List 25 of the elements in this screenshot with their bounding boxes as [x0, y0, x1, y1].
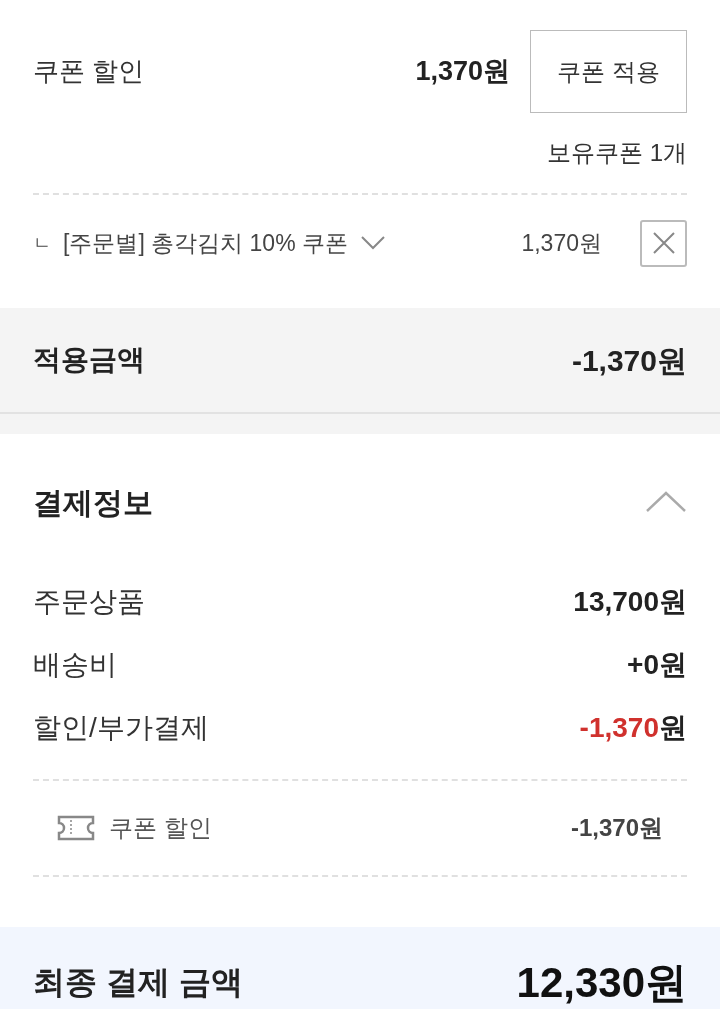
detail-amount: -1,370원	[570, 813, 663, 843]
chevron-down-icon[interactable]	[360, 235, 386, 251]
payment-row-label: 주문상품	[33, 584, 145, 619]
final-total-amount: 12,330원	[516, 957, 687, 1008]
remove-coupon-button[interactable]	[640, 219, 687, 267]
owned-coupons: 보유쿠폰 1개	[547, 138, 687, 168]
payment-row-label: 할인/부가결제	[33, 710, 209, 745]
payment-row-value: -1,370원	[579, 710, 687, 745]
final-total-label: 최종 결제 금액	[33, 963, 243, 1002]
sub-item-marker: ㄴ	[33, 231, 51, 255]
payment-row-label: 배송비	[33, 647, 117, 682]
applied-total-label: 적용금액	[33, 343, 145, 377]
applied-total-amount: -1,370원	[571, 342, 687, 379]
chevron-up-icon[interactable]	[645, 491, 687, 513]
payment-row-value: +0원	[627, 647, 687, 682]
apply-coupon-button[interactable]: 쿠폰 적용	[530, 30, 687, 113]
coupon-amount: 1,370원	[521, 228, 602, 258]
detail-label: 쿠폰 할인	[109, 813, 212, 843]
payment-info-title: 결제정보	[33, 484, 153, 521]
coupon-discount-amount: 1,370원	[415, 55, 510, 89]
ticket-icon	[57, 815, 95, 841]
close-icon	[651, 231, 676, 255]
coupon-name: [주문별] 총각김치 10% 쿠폰	[63, 228, 348, 258]
coupon-discount-label: 쿠폰 할인	[33, 55, 145, 88]
payment-row-value: 13,700원	[573, 584, 687, 619]
